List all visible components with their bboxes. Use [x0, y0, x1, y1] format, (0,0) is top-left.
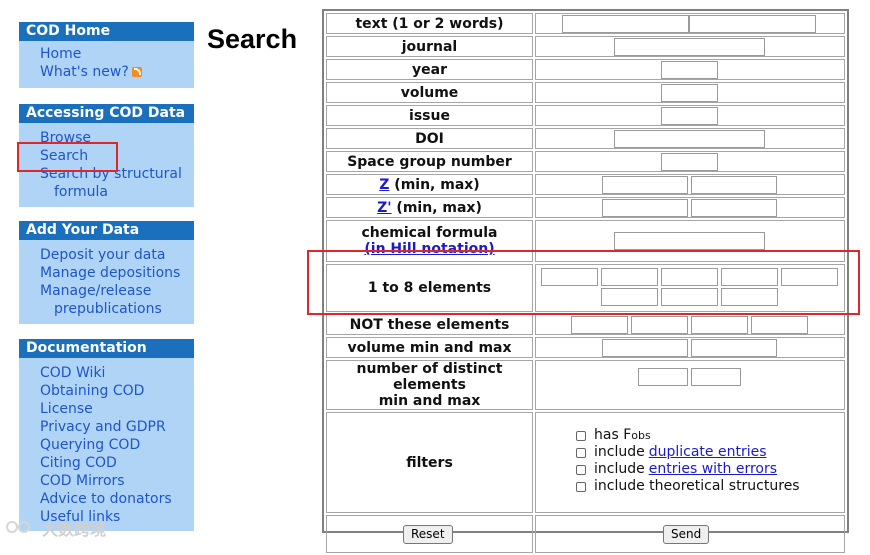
- nav-box-add-data: Add Your Data Deposit your data Manage d…: [19, 221, 194, 324]
- duplicates-checkbox[interactable]: [576, 447, 586, 458]
- nav-item-citing[interactable]: Citing COD: [40, 454, 194, 472]
- not-element-3-input[interactable]: [691, 316, 748, 334]
- not-element-2-input[interactable]: [631, 316, 688, 334]
- issue-input[interactable]: [661, 107, 718, 125]
- label-volume-minmax: volume min and max: [326, 337, 533, 358]
- nav-item-whats-new[interactable]: What's new?: [40, 63, 194, 81]
- watermark: 大数跨境: [6, 516, 106, 540]
- element-4-input[interactable]: [721, 268, 778, 286]
- duplicate-entries-link[interactable]: duplicate entries: [649, 444, 767, 461]
- chemical-formula-input[interactable]: [614, 232, 765, 250]
- has-fobs-checkbox[interactable]: [576, 430, 586, 441]
- rss-icon[interactable]: [131, 67, 142, 77]
- nav-item-querying[interactable]: Querying COD: [40, 436, 194, 454]
- label-journal: journal: [326, 36, 533, 57]
- filter-theoretical[interactable]: include theoretical structures: [576, 478, 844, 495]
- z-link[interactable]: Z: [379, 177, 389, 193]
- search-form: text (1 or 2 words) journal year volume …: [322, 9, 849, 553]
- nav-item-manage-depositions[interactable]: Manage depositions: [40, 264, 194, 282]
- z-prime-link[interactable]: Z': [377, 200, 391, 216]
- entries-with-errors-link[interactable]: entries with errors: [649, 461, 777, 478]
- hill-notation-link[interactable]: (in Hill notation): [327, 241, 532, 257]
- nav-item-mirrors[interactable]: COD Mirrors: [40, 472, 194, 490]
- doi-input[interactable]: [614, 130, 765, 148]
- z-prime-max-input[interactable]: [691, 199, 777, 217]
- label-chemical-formula: chemical formula (in Hill notation): [326, 220, 533, 262]
- nav-item-advice[interactable]: Advice to donators: [40, 490, 194, 508]
- space-group-input[interactable]: [661, 153, 718, 171]
- filter-has-fobs[interactable]: has Fobs: [576, 427, 844, 444]
- nav-header-add-data: Add Your Data: [19, 221, 194, 240]
- text-word1-input[interactable]: [562, 15, 689, 33]
- nav-item-home[interactable]: Home: [40, 45, 194, 63]
- nav-item-obtaining[interactable]: Obtaining COD: [40, 382, 194, 400]
- nav-item-privacy[interactable]: Privacy and GDPR: [40, 418, 194, 436]
- send-cell: Send: [535, 515, 845, 553]
- theoretical-checkbox[interactable]: [576, 481, 586, 492]
- label-text: text (1 or 2 words): [326, 13, 533, 34]
- label-year: year: [326, 59, 533, 80]
- element-6-input[interactable]: [601, 288, 658, 306]
- nav-item-deposit[interactable]: Deposit your data: [40, 246, 194, 264]
- label-filters: filters: [326, 412, 533, 513]
- send-button[interactable]: Send: [663, 525, 710, 544]
- element-8-input[interactable]: [721, 288, 778, 306]
- filter-errors[interactable]: include entries with errors: [576, 461, 844, 478]
- nav-header-documentation: Documentation: [19, 339, 194, 358]
- label-z-prime: Z' (min, max): [326, 197, 533, 218]
- label-doi: DOI: [326, 128, 533, 149]
- element-5-input[interactable]: [781, 268, 838, 286]
- z-min-input[interactable]: [602, 176, 688, 194]
- distinct-max-input[interactable]: [691, 368, 741, 386]
- nav-item-browse[interactable]: Browse: [40, 129, 194, 147]
- volume-min-input[interactable]: [602, 339, 688, 357]
- z-max-input[interactable]: [691, 176, 777, 194]
- page-title: Search: [207, 24, 298, 54]
- volume-input[interactable]: [661, 84, 718, 102]
- nav-item-search-structural[interactable]: Search by structural formula: [40, 165, 194, 201]
- label-issue: issue: [326, 105, 533, 126]
- not-element-4-input[interactable]: [751, 316, 808, 334]
- nav-box-cod-home: COD Home Home What's new?: [19, 22, 194, 88]
- element-2-input[interactable]: [601, 268, 658, 286]
- element-1-input[interactable]: [541, 268, 598, 286]
- label-z: Z (min, max): [326, 174, 533, 195]
- not-element-1-input[interactable]: [571, 316, 628, 334]
- label-space-group: Space group number: [326, 151, 533, 172]
- text-word2-input[interactable]: [689, 15, 816, 33]
- volume-max-input[interactable]: [691, 339, 777, 357]
- element-7-input[interactable]: [661, 288, 718, 306]
- label-distinct-elements: number of distinct elements min and max: [326, 360, 533, 410]
- z-prime-min-input[interactable]: [602, 199, 688, 217]
- distinct-min-input[interactable]: [638, 368, 688, 386]
- label-volume: volume: [326, 82, 533, 103]
- nav-box-accessing: Accessing COD Data Browse Search Search …: [19, 104, 194, 207]
- nav-header-cod-home: COD Home: [19, 22, 194, 41]
- nav-item-license[interactable]: License: [40, 400, 194, 418]
- errors-checkbox[interactable]: [576, 464, 586, 475]
- watermark-logo-icon: [6, 519, 36, 537]
- nav-box-documentation: Documentation COD Wiki Obtaining COD Lic…: [19, 339, 194, 531]
- journal-input[interactable]: [614, 38, 765, 56]
- label-not-elements: NOT these elements: [326, 314, 533, 335]
- year-input[interactable]: [661, 61, 718, 79]
- nav-item-search[interactable]: Search: [40, 147, 194, 165]
- nav-header-accessing: Accessing COD Data: [19, 104, 194, 123]
- element-3-input[interactable]: [661, 268, 718, 286]
- reset-cell: Reset: [326, 515, 533, 553]
- nav-item-prepublications[interactable]: Manage/release prepublications: [40, 282, 194, 318]
- filter-duplicates[interactable]: include duplicate entries: [576, 444, 844, 461]
- label-elements: 1 to 8 elements: [326, 264, 533, 312]
- reset-button[interactable]: Reset: [403, 525, 453, 544]
- nav-item-wiki[interactable]: COD Wiki: [40, 364, 194, 382]
